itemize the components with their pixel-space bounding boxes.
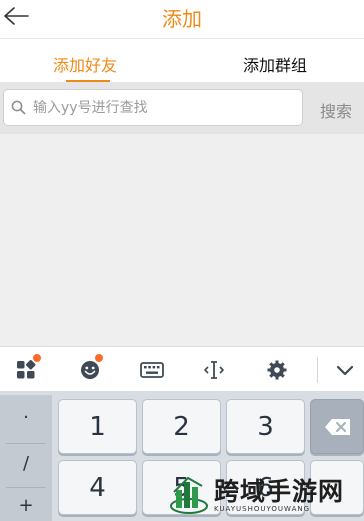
search-bar: 搜索 (0, 82, 364, 134)
text-cursor-icon[interactable] (203, 359, 225, 381)
notification-dot (33, 354, 41, 362)
app-header: 添加 (0, 0, 364, 38)
keyboard-toolbar (0, 346, 364, 391)
search-box[interactable] (3, 89, 303, 126)
symbol-column[interactable]: · / + (0, 395, 52, 521)
symbol-key[interactable]: / (0, 453, 52, 474)
divider (6, 443, 46, 444)
backspace-icon (325, 419, 350, 435)
watermark-icon (170, 476, 208, 514)
chevron-down-icon[interactable] (334, 359, 356, 381)
search-icon (11, 100, 26, 115)
delete-key[interactable] (310, 399, 364, 454)
watermark-subtext: KUAYUSHOUYOUWANG (214, 505, 311, 513)
toolbar-divider (317, 357, 318, 383)
page-title: 添加 (162, 7, 202, 31)
apps-grid-icon[interactable] (15, 354, 41, 381)
notification-dot (95, 354, 103, 362)
key-1[interactable]: 1 (58, 399, 137, 454)
watermark-text: 跨域手游网 (214, 477, 345, 506)
tab-bar: 添加好友 添加群组 (0, 38, 364, 82)
gear-icon[interactable] (266, 359, 288, 381)
keyboard-icon[interactable] (140, 359, 164, 381)
symbol-key[interactable]: + (0, 495, 52, 516)
key-4[interactable]: 4 (58, 460, 137, 515)
divider (6, 487, 46, 488)
tab-add-friend[interactable]: 添加好友 (53, 52, 117, 76)
key-2[interactable]: 2 (142, 399, 221, 454)
search-input[interactable] (33, 98, 293, 118)
results-area (0, 134, 364, 346)
tab-add-group[interactable]: 添加群组 (243, 52, 307, 76)
key-3[interactable]: 3 (226, 399, 305, 454)
symbol-key[interactable]: · (0, 407, 52, 428)
emoji-icon[interactable] (79, 354, 103, 381)
watermark-logo: 跨域手游网 KUAYUSHOUYOUWANG (168, 472, 364, 521)
search-button[interactable]: 搜索 (320, 98, 352, 122)
